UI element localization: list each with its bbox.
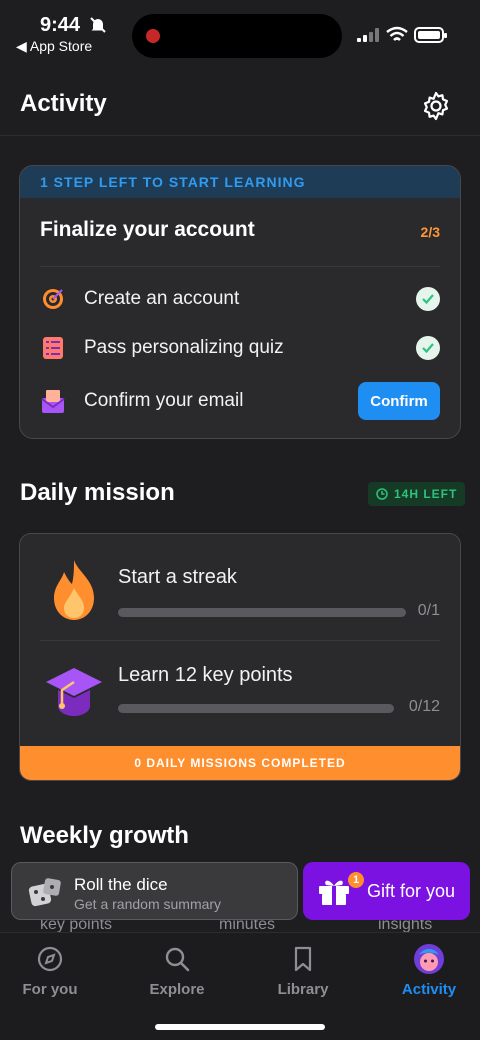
tab-label: Library [277,981,329,998]
page-title: Activity [20,90,107,117]
back-to-app-store[interactable]: ◀ App Store [16,38,92,55]
dice-icon [28,878,61,907]
steps-left-banner: 1 STEP LEFT TO START LEARNING [20,166,460,198]
daily-mission-card: Start a streak 0/1 Learn 12 key points 0… [19,533,461,781]
settings-gear-icon[interactable] [420,90,452,122]
setup-progress: 2/3 [420,224,440,240]
bookmark-icon [294,946,312,972]
weekly-growth-title: Weekly growth [20,822,189,849]
recording-indicator [146,29,160,43]
check-icon [416,287,440,311]
confirm-email-button[interactable]: Confirm [358,382,440,420]
mission-progress-bar [118,608,406,617]
envelope-icon [40,388,66,414]
tab-label: Activity [401,981,457,998]
missions-completed-banner: 0 DAILY MISSIONS COMPLETED [20,746,460,780]
mission-count: 0/1 [417,602,440,619]
clock: 9:44 [40,14,81,36]
target-icon [40,286,66,312]
avatar-icon [414,944,444,974]
divider [40,266,440,267]
dice-title: Roll the dice [74,875,168,894]
time-left-badge: 14H LEFT [368,482,466,506]
status-bar: 9:44 ◀ App Store [0,0,480,70]
tab-label: For you [22,981,78,998]
tab-explore[interactable]: Explore [127,943,227,998]
gift-icon [319,880,349,905]
finalize-account-title: Finalize your account [40,218,255,241]
gift-label: Gift for you [367,881,456,901]
page-header: Activity [0,76,480,136]
task-personalizing-quiz: Pass personalizing quiz [40,328,440,368]
bell-muted-icon [90,17,106,33]
task-label: Confirm your email [84,390,244,411]
compass-icon [37,946,63,972]
time-left-label: 14H LEFT [394,487,458,501]
flame-icon [54,560,94,620]
roll-the-dice-button[interactable]: Roll the dice Get a random summary [11,862,298,920]
task-label: Create an account [84,288,240,309]
gift-count-badge: 1 [348,872,364,888]
signal-icon [357,28,379,42]
check-icon [416,336,440,360]
wifi-icon [386,26,408,41]
mission-progress-bar [118,704,394,713]
daily-mission-title: Daily mission [20,479,175,506]
tab-activity[interactable]: Activity [379,943,479,998]
mission-label: Learn 12 key points [118,664,293,686]
mission-count: 0/12 [408,698,440,715]
battery-icon [414,27,447,43]
tab-label: Explore [149,981,205,998]
gift-for-you-button[interactable]: 1 Gift for you [303,862,470,920]
home-indicator[interactable] [155,1024,325,1030]
clock-icon [376,488,388,500]
task-create-account: Create an account [40,279,440,319]
task-label: Pass personalizing quiz [84,337,284,358]
tab-for-you[interactable]: For you [0,943,100,998]
dice-subtitle: Get a random summary [74,896,222,912]
mission-learn-key-points[interactable]: Learn 12 key points 0/12 [20,642,460,742]
graduation-cap-icon [46,668,102,716]
tab-library[interactable]: Library [253,943,353,998]
task-confirm-email: Confirm your email Confirm [40,381,440,421]
divider [40,640,440,641]
dynamic-island [132,14,342,58]
finalize-account-card: 1 STEP LEFT TO START LEARNING Finalize y… [19,165,461,439]
mission-label: Start a streak [118,566,237,588]
search-icon [165,947,190,972]
checklist-icon [40,335,66,361]
mission-start-streak[interactable]: Start a streak 0/1 [20,538,460,638]
